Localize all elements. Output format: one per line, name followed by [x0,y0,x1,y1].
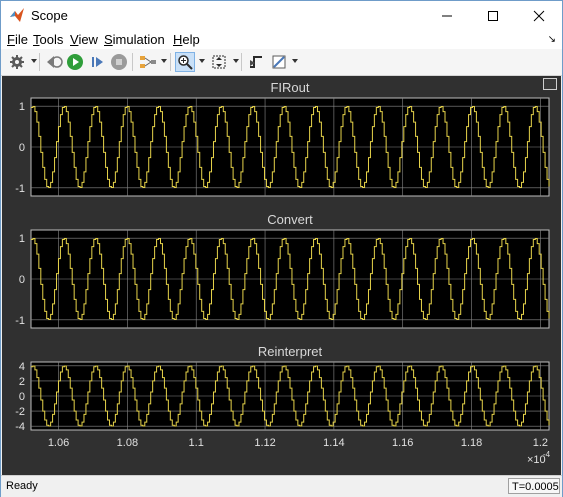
x-tick-label: 1.08 [117,437,138,449]
cursor-measurements-button[interactable] [269,52,289,72]
y-tick-label: 1 [19,101,25,113]
scope-window: Scope File Tools View Simulation Help ↘ [0,0,563,497]
status-bar: Ready T=0.0005 [1,475,562,497]
close-icon [533,10,545,22]
autoscale-icon [212,55,226,69]
toolbar-separator [170,53,171,71]
y-tick-label: -4 [15,421,25,433]
undock-icon[interactable] [543,78,557,90]
menu-file[interactable]: File [7,32,28,47]
scope-plots: FIRout10-1Convert10-1Reinterpret420-2-41… [15,80,551,466]
matlab-icon [10,8,24,22]
window-title: Scope [31,8,68,23]
y-tick-label: 1 [19,233,25,245]
toolbar-separator [241,53,242,71]
simulation-time: T=0.0005 [508,478,560,494]
y-tick-label: 0 [19,391,25,403]
toolbar-separator [39,53,40,71]
y-tick-label: -1 [15,183,25,195]
highlight-button[interactable] [138,52,158,72]
x-tick-label: 1.18 [461,437,482,449]
triggers-button[interactable] [246,52,266,72]
settings-dropdown-icon[interactable] [31,59,37,63]
run-icon [67,54,83,70]
y-tick-label: 2 [19,376,25,388]
autoscale-button[interactable] [209,52,229,72]
y-tick-label: -2 [15,406,25,418]
menu-bar: File Tools View Simulation Help ↘ [1,31,562,49]
zoom-button[interactable] [175,52,195,72]
step-forward-icon [92,57,103,67]
menu-simulation[interactable]: Simulation [104,32,165,47]
maximize-icon [488,11,498,21]
axes-title: Reinterpret [258,344,323,359]
zoom-dropdown-icon[interactable] [199,59,205,63]
autoscale-dropdown-icon[interactable] [233,59,239,63]
x-tick-label: 1.2 [533,437,548,449]
y-tick-label: 0 [19,142,25,154]
x-tick-label: 1.12 [254,437,275,449]
run-button[interactable] [65,52,85,72]
step-back-icon [47,56,63,68]
x-tick-label: 1.06 [48,437,69,449]
close-button[interactable] [516,1,562,31]
axes-title: Convert [267,212,313,227]
minimize-button[interactable] [424,1,470,31]
menu-tools[interactable]: Tools [33,32,63,47]
stop-icon [111,54,127,70]
scope-plot-area: FIRout 1 0 -1 Convert 1 0 -1 Reinterpret 4 2 0 -2 -4 1… [2,76,561,475]
x-tick-label: 1.14 [323,437,344,449]
minimize-icon [442,15,452,17]
step-back-button[interactable] [44,52,64,72]
step-forward-button[interactable] [88,52,108,72]
toolbar [1,49,562,76]
highlight-dropdown-icon[interactable] [161,59,167,63]
maximize-button[interactable] [470,1,516,31]
triggers-icon [250,56,262,68]
status-text: Ready [6,480,38,492]
stop-button[interactable] [109,52,129,72]
x-tick-label: 1.1 [189,437,204,449]
settings-icon [10,55,24,69]
settings-button[interactable] [7,52,27,72]
axes-title: FIRout [270,80,309,95]
y-tick-label: -1 [15,315,25,327]
menu-help[interactable]: Help [173,32,200,47]
cursor-measurements-icon [272,55,286,69]
title-bar[interactable]: Scope [1,1,562,31]
dock-arrow-icon[interactable]: ↘ [548,34,556,45]
y-tick-label: 4 [19,361,25,373]
y-tick-label: 0 [19,274,25,286]
zoom-in-icon [178,55,193,70]
highlight-icon [140,56,156,68]
x-exponent: -4 [543,450,551,459]
x-tick-label: 1.16 [392,437,413,449]
toolbar-separator [132,53,133,71]
cursor-dropdown-icon[interactable] [292,59,298,63]
menu-view[interactable]: View [70,32,98,47]
